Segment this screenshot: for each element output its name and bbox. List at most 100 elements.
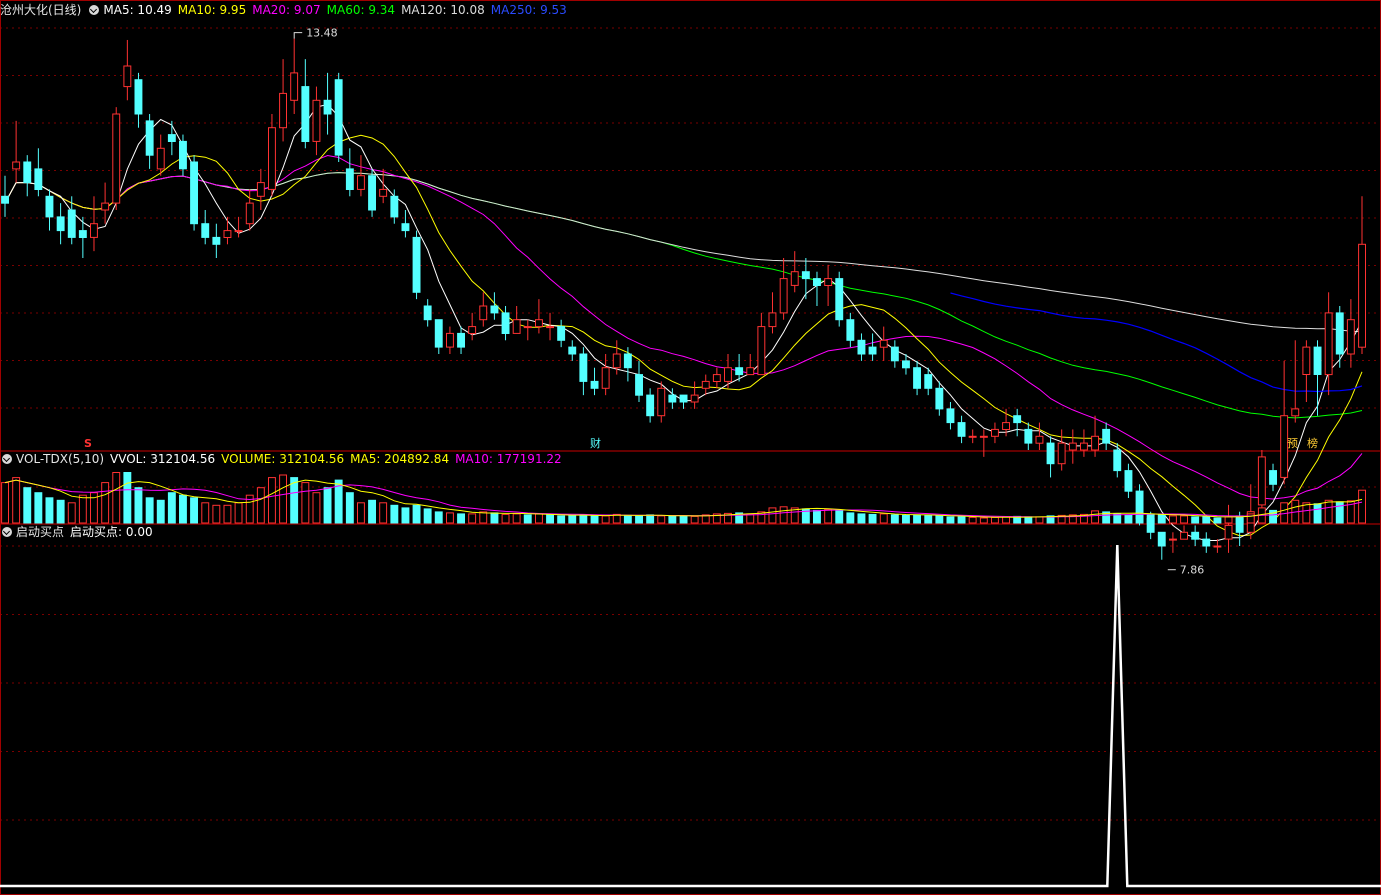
candle [601, 354, 610, 396]
volume-bar [579, 514, 588, 524]
candle [657, 381, 666, 423]
candle-body [712, 374, 721, 383]
volume-bar [913, 514, 921, 524]
volume-bar [1146, 513, 1155, 524]
stock-chart[interactable]: 13.48 7.86 S 财 预 榜 [0, 0, 1381, 895]
candle [1335, 306, 1344, 368]
volume-bar [156, 499, 165, 524]
marker-ranking[interactable]: 榜 [1307, 436, 1318, 450]
volume-bar [835, 509, 844, 524]
candle [546, 312, 554, 341]
chevron-down-icon[interactable] [89, 5, 100, 15]
candle [145, 114, 154, 169]
marker-forecast[interactable]: 预 [1287, 437, 1298, 450]
volume-bar [457, 513, 466, 524]
candle-body [1180, 531, 1188, 540]
candle-body [646, 394, 655, 417]
candle [479, 292, 488, 327]
candle-body [368, 175, 377, 211]
candlesticks[interactable] [1, 38, 1366, 560]
chevron-down-icon[interactable] [2, 454, 12, 464]
volume-bar [301, 482, 310, 524]
candle-body [490, 305, 499, 314]
chart-border [0, 0, 1381, 895]
candle-body [779, 278, 788, 314]
candle-body [1091, 435, 1099, 451]
candle [913, 360, 921, 396]
candle-body [457, 332, 466, 348]
candle-body [334, 79, 343, 156]
marker-s[interactable]: S [84, 437, 92, 450]
candle [45, 189, 54, 231]
candle [1358, 196, 1366, 354]
candle-body [323, 99, 332, 115]
candle-body [1113, 449, 1122, 472]
candle-body [746, 367, 755, 376]
volume-bar [1224, 516, 1233, 524]
candle-body [434, 319, 443, 348]
volume-bar [902, 514, 910, 524]
ma10-line [4, 134, 1363, 537]
marker-finance[interactable]: 财 [590, 436, 601, 450]
candle-body [757, 326, 766, 376]
volume-bar [1002, 516, 1010, 524]
candle-body [801, 271, 810, 280]
candle-body [1157, 531, 1166, 547]
candle [390, 189, 399, 224]
volume-bar [1246, 513, 1255, 524]
volume-legend: VOL-TDX(5,10) VVOL: 312104.56 VOLUME: 3121… [0, 451, 568, 467]
candle [835, 271, 844, 327]
candle-body [156, 147, 165, 170]
candle-body [579, 353, 588, 382]
candle [523, 319, 532, 341]
grid-lines [0, 0, 1381, 895]
volume-bar [1024, 516, 1033, 524]
volume-bar [279, 474, 288, 524]
volume-bar [1, 482, 10, 524]
volume-bar [979, 517, 988, 524]
candle [78, 216, 87, 258]
volume-bar [345, 492, 354, 524]
volume-bar [1135, 513, 1144, 524]
candle-body [546, 326, 554, 329]
candle-body [179, 140, 187, 170]
signal-line [0, 544, 1381, 888]
candle [446, 326, 454, 354]
candle-body [423, 305, 432, 321]
candle [979, 429, 988, 457]
candle-body [935, 387, 944, 410]
candle [1068, 429, 1077, 464]
candle-body [979, 435, 988, 438]
legend-ma250: MA250: 9.53 [490, 3, 567, 17]
candle-body [1002, 422, 1010, 431]
candle-body [735, 367, 744, 376]
candle-body [67, 209, 76, 238]
volume-bar [312, 492, 321, 524]
volume-bar [12, 477, 21, 524]
volume-bar [535, 513, 543, 524]
candle [256, 168, 265, 210]
candle [190, 155, 199, 231]
volume-bar [1313, 503, 1322, 524]
candle [868, 333, 877, 361]
candle-body [1191, 531, 1200, 540]
volume-bar [646, 514, 655, 524]
volume-bar [590, 514, 599, 524]
candle-body [479, 305, 488, 321]
volume-bar [1035, 516, 1044, 524]
candle [557, 319, 566, 348]
candle-body [223, 230, 232, 239]
candle [423, 299, 432, 327]
candle-body [857, 339, 866, 355]
ma60-line [4, 172, 1363, 419]
candle [635, 360, 643, 402]
candle [1013, 408, 1022, 437]
candle [279, 59, 288, 142]
volume-bar [101, 482, 110, 524]
chevron-down-icon[interactable] [2, 527, 12, 537]
volume-bar [34, 492, 43, 524]
ma120-line [4, 172, 1363, 333]
volume-bar [167, 492, 176, 524]
candle-body [256, 182, 265, 197]
candle [701, 374, 710, 396]
